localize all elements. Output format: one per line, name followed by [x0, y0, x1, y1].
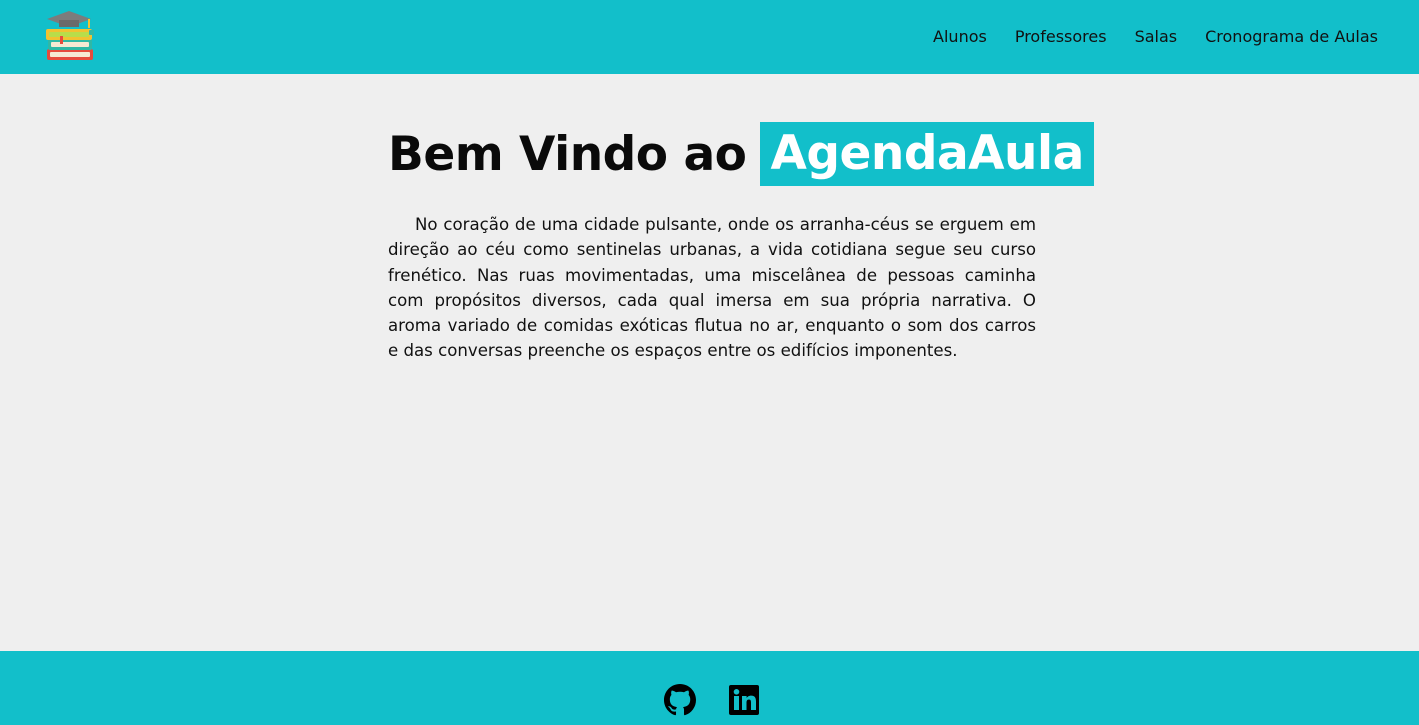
nav-link-cronograma-de-aulas[interactable]: Cronograma de Aulas	[1205, 26, 1378, 48]
nav-link-professores[interactable]: Professores	[1015, 26, 1107, 48]
main-nav: Alunos Professores Salas Cronograma de A…	[933, 26, 1378, 48]
github-icon[interactable]	[664, 684, 696, 716]
site-footer	[0, 651, 1419, 725]
page-title: Bem Vindo ao AgendaAula	[388, 122, 1094, 186]
books-graduation-cap-icon[interactable]	[42, 8, 100, 66]
linkedin-icon[interactable]	[728, 684, 760, 716]
page-title-prefix: Bem Vindo ao	[388, 126, 747, 182]
site-header: Alunos Professores Salas Cronograma de A…	[0, 0, 1419, 74]
nav-link-salas[interactable]: Salas	[1135, 26, 1178, 48]
nav-link-alunos[interactable]: Alunos	[933, 26, 987, 48]
main-content: Bem Vindo ao AgendaAula No coração de um…	[388, 122, 1094, 364]
intro-paragraph: No coração de uma cidade pulsante, onde …	[388, 215, 1036, 361]
brand-highlight: AgendaAula	[760, 122, 1094, 186]
